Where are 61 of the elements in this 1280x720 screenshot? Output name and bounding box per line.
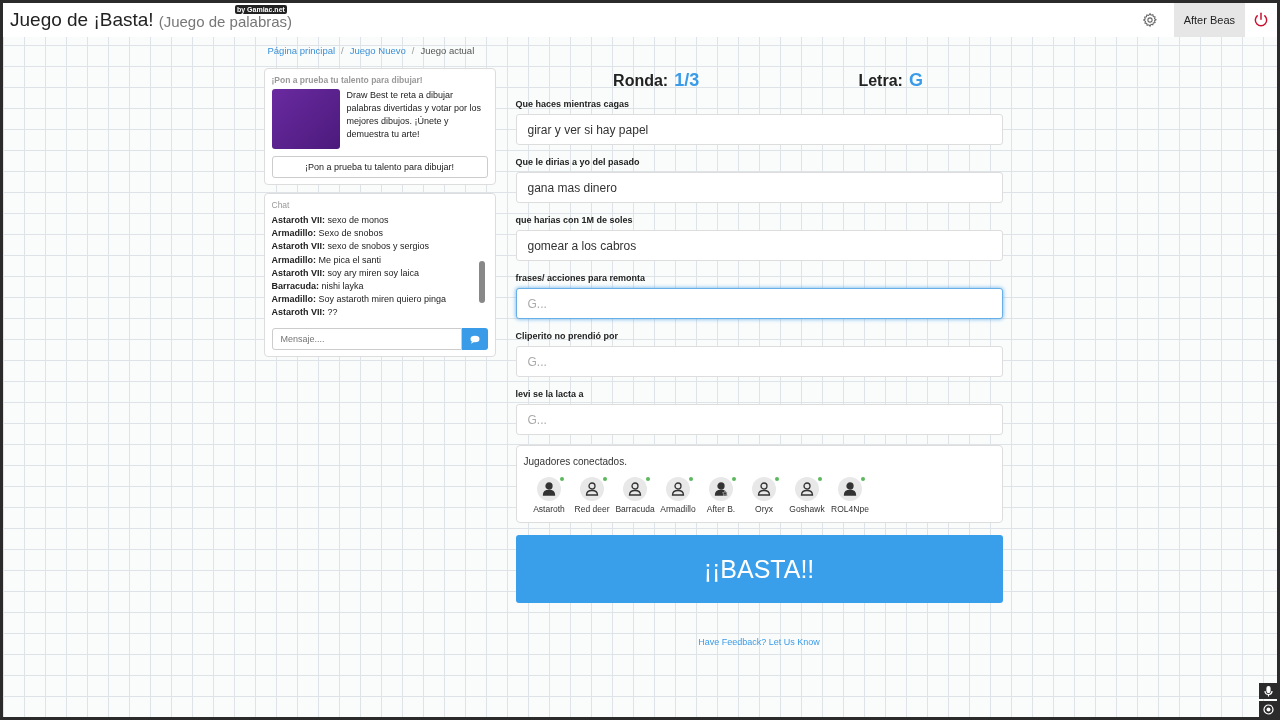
promo-button[interactable]: ¡Pon a prueba tu talento para dibujar! (271, 156, 488, 178)
players-title: Jugadores conectados. (523, 456, 628, 467)
page-title: Juego de ¡Basta! (10, 9, 154, 31)
person-icon (585, 482, 599, 496)
answer-field[interactable]: girar y ver si hay papel (515, 114, 1003, 145)
chat-title: Chat (271, 200, 291, 210)
person-icon (800, 482, 814, 496)
person-icon (671, 482, 685, 496)
letter-value: G (908, 70, 923, 90)
current-page-text: Juego actual (420, 45, 475, 56)
promo-text: Draw Best te reta a dibujar palabras divertidas y votar por los mejores dibujos. ¡Únete y demuestra tu arte! (346, 89, 483, 141)
field-label: Cliperito no prendió por (515, 331, 619, 341)
chat-message: Armadillo: Sexo de snobos (271, 227, 385, 241)
person-icon (757, 482, 771, 496)
chat-message: Astaroth VII: sexo de snobos y sergios (271, 240, 431, 254)
round-value: 1/3 (674, 70, 700, 90)
letter-label: Letra: (858, 72, 903, 89)
field-label: frases/ acciones para remonta (515, 273, 647, 283)
answer-field[interactable]: gomear a los cabros (515, 230, 1003, 261)
player-name: Astaroth (533, 504, 565, 514)
send-button[interactable] (461, 328, 488, 350)
answer-field[interactable]: G... (515, 288, 1003, 319)
scrollbar-thumb[interactable] (478, 261, 485, 303)
person-icon (843, 482, 857, 496)
power-icon (1253, 12, 1269, 28)
microphone-icon (1263, 685, 1273, 697)
round-label: Ronda: (613, 72, 669, 89)
chat-message: Astaroth VII: sexo de monos (271, 214, 390, 227)
answer-field[interactable]: gana mas dinero (515, 172, 1003, 203)
chat-message: Astaroth VII: soy ary miren soy laica (271, 266, 421, 280)
player-name: Goshawk (789, 504, 825, 514)
field-label: Que haces mientras cagas (515, 99, 631, 109)
breadcrumb-link[interactable]: Juego Nuevo (349, 45, 406, 56)
chat-message: Astaroth VII: ?? (271, 306, 339, 320)
chat-message: Barracuda: nishi layka (271, 280, 365, 293)
field-label: Que le dirias a yo del pasado (515, 157, 641, 167)
player-name: Oryx (755, 504, 773, 514)
breadcrumb-separator: / (411, 45, 415, 56)
player-name: Barracuda (615, 504, 655, 514)
field-label: levi se la lacta a (515, 389, 585, 399)
user-button[interactable]: After Beas (1173, 3, 1245, 37)
promo-heading: ¡Pon a prueba tu talento para dibujar! (271, 75, 424, 85)
message-field[interactable]: Mensaje.... (271, 328, 462, 350)
speech-bubble-icon (469, 334, 480, 344)
person-star-icon (714, 482, 728, 496)
settings-icon (1141, 12, 1158, 28)
field-label: que harias con 1M de soles (515, 215, 634, 225)
player-name: After B. (706, 504, 736, 514)
breadcrumb-separator: / (341, 45, 344, 56)
page-subtitle: (Juego de palabras) (158, 13, 293, 30)
breadcrumb-link[interactable]: Página principal (267, 45, 336, 56)
player-name: Red deer (574, 504, 610, 514)
microphone-button[interactable] (1259, 683, 1277, 699)
person-icon (628, 482, 642, 496)
chat-message: Armadillo: Me pica el santi (271, 253, 383, 267)
chat-message: Armadillo: Soy astaroth miren quiero pinga (271, 293, 448, 307)
image-placeholder (271, 89, 340, 149)
player-name: ROL4Npe (831, 504, 869, 514)
player-name: Armadillo (660, 504, 696, 514)
record-icon (1262, 703, 1274, 715)
person-icon (542, 482, 556, 496)
